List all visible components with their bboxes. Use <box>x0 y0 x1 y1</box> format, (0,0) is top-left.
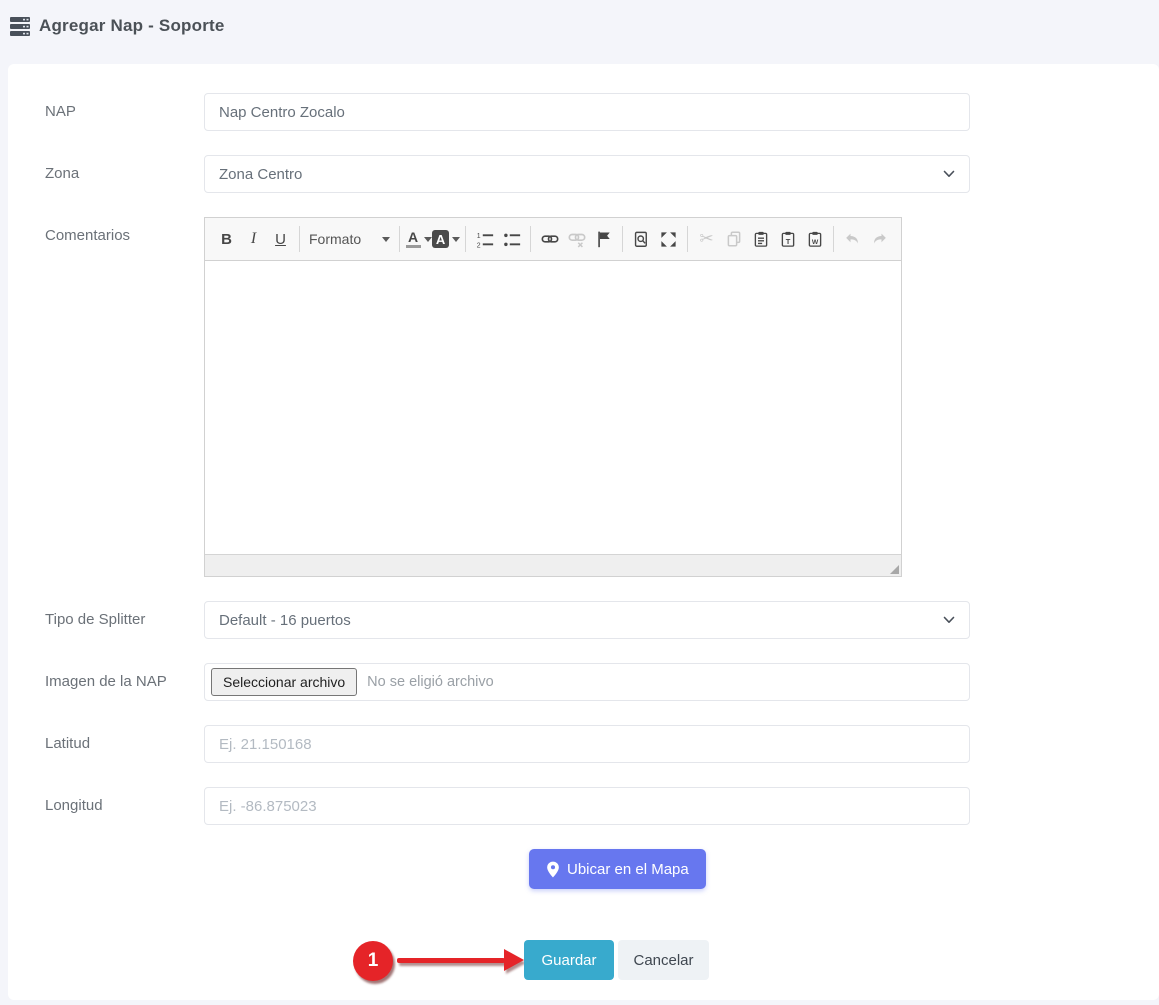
bold-button[interactable]: B <box>213 225 240 253</box>
underline-icon: U <box>275 231 286 248</box>
nap-input[interactable] <box>204 93 970 131</box>
undo-button[interactable] <box>839 225 866 253</box>
cancel-button[interactable]: Cancelar <box>618 940 709 980</box>
numbered-list-button[interactable]: 1 2 <box>471 225 498 253</box>
rich-text-editor: B I U Formato A A <box>204 217 902 577</box>
toolbar-separator <box>465 226 466 252</box>
maximize-button[interactable] <box>655 225 682 253</box>
tipo-splitter-selected-value: Default - 16 puertos <box>219 612 351 629</box>
unlink-button[interactable] <box>563 225 590 253</box>
file-select-button[interactable]: Seleccionar archivo <box>211 668 357 696</box>
form-card: NAP Zona Zona Centro Comentarios B I U F… <box>8 64 1159 1000</box>
comentarios-label: Comentarios <box>45 217 204 577</box>
resize-handle[interactable] <box>890 565 899 574</box>
toolbar-separator <box>530 226 531 252</box>
tipo-splitter-row: Tipo de Splitter Default - 16 puertos <box>45 601 1159 639</box>
chevron-down-icon <box>382 237 390 242</box>
latitud-label: Latitud <box>45 725 204 763</box>
zona-select[interactable]: Zona Centro <box>204 155 970 193</box>
annotation-step-number: 1 <box>368 950 379 972</box>
svg-text:W: W <box>811 239 818 246</box>
longitud-row: Longitud <box>45 787 1159 825</box>
editor-footer <box>205 554 901 576</box>
underline-button[interactable]: U <box>267 225 294 253</box>
annotation-arrow <box>397 940 524 980</box>
cut-button[interactable]: ✂ <box>693 225 720 253</box>
actions-row: 1 Guardar Cancelar <box>45 940 1159 980</box>
latitud-row: Latitud <box>45 725 1159 763</box>
undo-icon <box>843 230 862 249</box>
maximize-icon <box>659 230 678 249</box>
locate-on-map-button[interactable]: Ubicar en el Mapa <box>529 849 706 889</box>
svg-text:T: T <box>785 237 790 246</box>
paste-text-icon: T <box>779 230 797 248</box>
svg-text:2: 2 <box>477 242 481 249</box>
paste-icon <box>752 230 770 248</box>
format-dropdown-label: Formato <box>309 231 361 247</box>
toolbar-separator <box>833 226 834 252</box>
chevron-down-icon <box>943 170 955 178</box>
zona-selected-value: Zona Centro <box>219 166 302 183</box>
editor-toolbar: B I U Formato A A <box>205 218 901 261</box>
toolbar-separator <box>622 226 623 252</box>
nap-row: NAP <box>45 93 1159 131</box>
paste-word-icon: W <box>806 230 824 248</box>
map-pin-icon <box>546 861 560 878</box>
background-color-button[interactable]: A <box>432 225 460 253</box>
tipo-splitter-label: Tipo de Splitter <box>45 601 204 639</box>
chevron-down-icon <box>943 616 955 624</box>
latitud-input[interactable] <box>204 725 970 763</box>
page-header: Agregar Nap - Soporte <box>0 0 1159 52</box>
page-title: Agregar Nap - Soporte <box>39 16 225 36</box>
preview-icon <box>632 230 651 249</box>
paste-word-button[interactable]: W <box>801 225 828 253</box>
locate-on-map-label: Ubicar en el Mapa <box>567 861 689 878</box>
copy-icon <box>725 230 743 248</box>
tipo-splitter-select[interactable]: Default - 16 puertos <box>204 601 970 639</box>
bullet-list-icon <box>502 230 521 249</box>
anchor-flag-button[interactable] <box>590 225 617 253</box>
imagen-label: Imagen de la NAP <box>45 663 204 701</box>
chevron-down-icon <box>452 237 460 242</box>
cut-icon: ✂ <box>699 229 713 249</box>
longitud-input[interactable] <box>204 787 970 825</box>
anchor-flag-icon <box>595 230 613 248</box>
save-button[interactable]: Guardar <box>524 940 614 980</box>
paste-text-button[interactable]: T <box>774 225 801 253</box>
comentarios-row: Comentarios B I U Formato A <box>45 217 1159 577</box>
numbered-list-icon: 1 2 <box>475 230 494 249</box>
file-input[interactable]: Seleccionar archivo No se eligió archivo <box>204 663 970 701</box>
annotation-step-badge: 1 <box>353 941 393 981</box>
italic-button[interactable]: I <box>240 225 267 253</box>
toolbar-separator <box>399 226 400 252</box>
editor-content-area[interactable] <box>205 261 901 554</box>
text-color-button[interactable]: A <box>405 225 432 253</box>
toolbar-separator <box>299 226 300 252</box>
background-color-icon: A <box>432 230 449 248</box>
copy-button[interactable] <box>720 225 747 253</box>
map-button-row: Ubicar en el Mapa <box>45 849 1159 889</box>
bullet-list-button[interactable] <box>498 225 525 253</box>
italic-icon: I <box>251 230 256 248</box>
toolbar-separator <box>687 226 688 252</box>
unlink-icon <box>567 229 587 249</box>
zona-label: Zona <box>45 155 204 193</box>
preview-button[interactable] <box>628 225 655 253</box>
bold-icon: B <box>221 231 232 248</box>
redo-icon <box>870 230 889 249</box>
nap-label: NAP <box>45 93 204 131</box>
redo-button[interactable] <box>866 225 893 253</box>
svg-text:1: 1 <box>477 233 481 240</box>
link-button[interactable] <box>536 225 563 253</box>
link-icon <box>540 229 560 249</box>
server-stack-icon <box>10 17 30 36</box>
longitud-label: Longitud <box>45 787 204 825</box>
file-status-text: No se eligió archivo <box>367 674 494 690</box>
chevron-down-icon <box>424 237 432 242</box>
imagen-row: Imagen de la NAP Seleccionar archivo No … <box>45 663 1159 701</box>
zona-row: Zona Zona Centro <box>45 155 1159 193</box>
format-dropdown[interactable]: Formato <box>305 225 394 253</box>
paste-button[interactable] <box>747 225 774 253</box>
text-color-icon: A <box>406 230 421 248</box>
